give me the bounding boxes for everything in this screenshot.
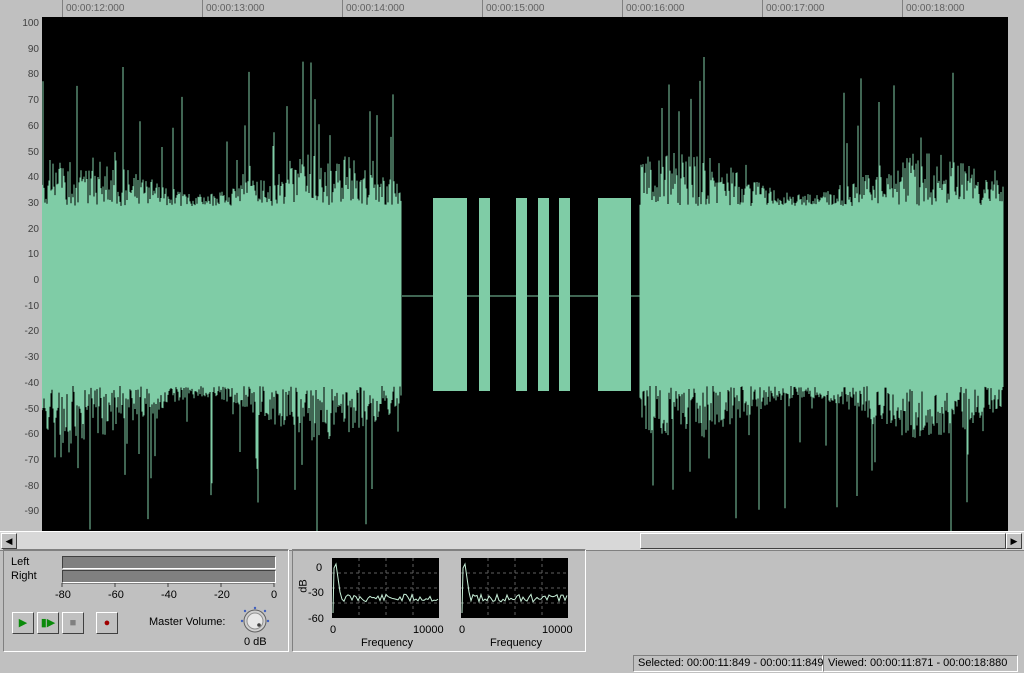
waveform-tone-burst <box>516 198 527 391</box>
level-scale-label: -20 <box>214 589 230 601</box>
ruler-time-label: 00:00:16:000 <box>626 3 685 14</box>
spectrum-ytick: 0 <box>316 562 323 574</box>
ruler-time-label: 00:00:14:000 <box>346 3 405 14</box>
amplitude-label: -80 <box>24 480 39 492</box>
right-level-meter <box>62 570 276 583</box>
spectrum-xlabel: Frequency <box>490 637 542 649</box>
ruler-tick: 00:00:16:000 <box>622 0 684 17</box>
selection-status: Selected: 00:00:11:849 - 00:00:11:849 <box>633 655 824 672</box>
amplitude-label: -20 <box>24 326 39 338</box>
left-channel-label: Left <box>11 556 30 568</box>
spectrum-xtick: 10000 <box>542 624 573 636</box>
viewed-status: Viewed: 00:00:11:871 - 00:00:18:880 <box>823 655 1018 672</box>
amplitude-label: 20 <box>27 223 39 235</box>
level-scale-label: -60 <box>108 589 124 601</box>
amplitude-label: 40 <box>27 172 39 184</box>
ruler-time-label: 00:00:18:000 <box>906 3 965 14</box>
volume-knob-icon[interactable] <box>238 606 272 636</box>
ruler-time-label: 00:00:13:000 <box>206 3 265 14</box>
amplitude-label: 100 <box>22 18 39 29</box>
amplitude-label: 0 <box>33 275 39 286</box>
spectrum-ytick: -60 <box>308 613 324 625</box>
amplitude-label: -40 <box>24 377 39 389</box>
ruler-tick: 00:00:18:000 <box>902 0 964 17</box>
right-channel-label: Right <box>11 570 37 582</box>
waveform-display[interactable] <box>41 17 1008 531</box>
spectrum-xtick: 0 <box>459 624 466 636</box>
spectrum-xtick: 0 <box>330 624 337 636</box>
scroll-right-button[interactable]: ▶ <box>1006 533 1022 549</box>
amplitude-axis: 100 90 80 70 60 50 40 30 20 10 0 -10 -20 -30 -40 -50 -60… <box>0 17 42 531</box>
ruler-time-label: 00:00:15:000 <box>486 3 545 14</box>
amplitude-label: -30 <box>24 352 39 364</box>
ruler-tick: 00:00:15:000 <box>482 0 544 17</box>
waveform-svg[interactable] <box>41 17 1008 531</box>
ruler-tick: 00:00:13:000 <box>202 0 264 17</box>
level-scale-label: 0 <box>271 589 278 601</box>
horizontal-scrollbar[interactable]: ◀ ▶ <box>0 531 1024 551</box>
spectrum-xlabel: Frequency <box>361 637 413 649</box>
vertical-scroll-strip[interactable] <box>1008 17 1024 531</box>
amplitude-label: 10 <box>27 249 39 261</box>
record-button[interactable]: ● <box>96 612 118 634</box>
ruler-tick: 00:00:17:000 <box>762 0 824 17</box>
waveform-tone-burst <box>479 198 490 391</box>
stop-icon: ■ <box>69 617 77 629</box>
master-volume-value: 0 dB <box>244 636 267 648</box>
left-level-meter <box>62 556 276 569</box>
spectrum-right-channel <box>461 558 568 618</box>
amplitude-label: -10 <box>24 300 39 312</box>
scroll-left-button[interactable]: ◀ <box>1 533 17 549</box>
stop-button[interactable]: ■ <box>62 612 84 634</box>
spectrum-left-svg <box>332 558 439 618</box>
master-volume-label: Master Volume: <box>149 616 226 628</box>
ruler-tick: 00:00:14:000 <box>342 0 404 17</box>
spectrum-right-svg <box>461 558 568 618</box>
level-scale-label: -40 <box>161 589 177 601</box>
waveform-tone-burst <box>598 198 631 391</box>
amplitude-label: 60 <box>27 120 39 132</box>
status-bar: Selected: 00:00:11:849 - 00:00:11:849 Vi… <box>0 653 1024 673</box>
play-icon: ▶ <box>18 617 28 629</box>
amplitude-label: 70 <box>27 95 39 107</box>
amplitude-label: 90 <box>27 43 39 55</box>
scroll-thumb[interactable] <box>640 533 1006 549</box>
time-ruler[interactable]: 00:00:12:000 00:00:13:000 00:00:14:000 00:0… <box>0 0 1024 18</box>
level-scale-label: -80 <box>55 589 71 601</box>
amplitude-label: -60 <box>24 429 39 441</box>
record-icon: ● <box>103 617 111 629</box>
spectrum-ytick: -30 <box>308 587 324 599</box>
amplitude-label: -50 <box>24 403 39 415</box>
spectrum-xtick: 10000 <box>413 624 444 636</box>
waveform-tone-burst <box>559 198 570 391</box>
waveform-tone-burst <box>538 198 549 391</box>
amplitude-label: -70 <box>24 454 39 466</box>
amplitude-label: -90 <box>24 506 39 518</box>
play-loop-button[interactable]: ▮▶ <box>37 612 59 634</box>
play-loop-icon: ▮▶ <box>40 617 56 629</box>
ruler-tick: 00:00:12:000 <box>62 0 124 17</box>
amplitude-label: 80 <box>27 69 39 81</box>
amplitude-label: 50 <box>27 146 39 158</box>
spectrum-left-channel <box>332 558 439 618</box>
play-button[interactable]: ▶ <box>12 612 34 634</box>
ruler-time-label: 00:00:17:000 <box>766 3 825 14</box>
waveform-tone-burst <box>433 198 467 391</box>
ruler-time-label: 00:00:12:000 <box>66 3 125 14</box>
amplitude-label: 30 <box>27 197 39 209</box>
